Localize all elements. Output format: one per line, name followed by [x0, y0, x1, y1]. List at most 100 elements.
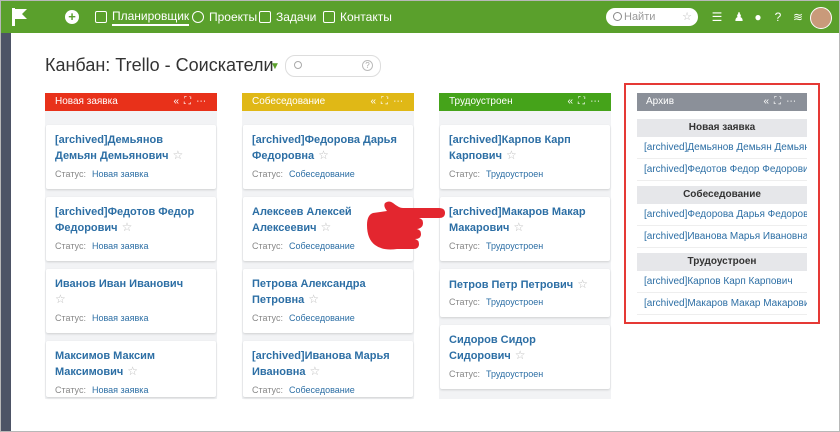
kanban-card[interactable]: [archived]Демьянов Демьян Демьянович ☆ Ст… [46, 125, 216, 189]
kanban-card[interactable]: Иванов Иван Иванович ☆ Статус: Новая заявк… [46, 269, 216, 333]
status-value-link[interactable]: Новая заявка [92, 385, 149, 395]
status-value-link[interactable]: Трудоустроен [486, 297, 543, 307]
kanban-card[interactable]: [archived]Макаров Макар Макарович ☆ Стату… [440, 197, 610, 261]
status-value-link[interactable]: Трудоустроен [486, 169, 543, 179]
favorite-star-icon[interactable]: ☆ [318, 148, 329, 162]
archive-group-title: Трудоустроен [637, 253, 807, 271]
help-question-icon[interactable]: ? [771, 10, 785, 24]
card-title-link[interactable]: Максимов Максим Максимович [55, 350, 155, 378]
nav-item-contacts[interactable]: Контакты [323, 1, 392, 33]
column-header-employed[interactable]: Трудоустроен «⛶⋯ [439, 93, 611, 111]
status-label: Статус: [449, 169, 480, 179]
column-title: Трудоустроен [449, 96, 513, 107]
search-icon [613, 12, 622, 21]
checkbox-icon [259, 11, 271, 23]
kanban-card[interactable]: Петров Петр Петрович ☆ Статус: Трудоустрое… [440, 269, 610, 317]
menu-hamburger-icon[interactable]: ☰ [710, 10, 724, 24]
column-header-interview[interactable]: Собеседование «⛶⋯ [242, 93, 414, 111]
favorite-star-icon[interactable]: ☆ [310, 364, 321, 378]
status-label: Статус: [449, 241, 480, 251]
nav-item-label: Контакты [340, 10, 392, 24]
status-value-link[interactable]: Собеседование [289, 241, 355, 251]
help-question-icon[interactable]: ? [362, 60, 373, 71]
card-title-link[interactable]: [archived]Иванова Марья Ивановна [252, 350, 390, 378]
favorite-star-icon[interactable]: ☆ [55, 292, 66, 306]
status-value-link[interactable]: Новая заявка [92, 241, 149, 251]
status-value-link[interactable]: Собеседование [289, 385, 355, 395]
kanban-card[interactable]: [archived]Федотов Федор Федорович ☆ Стату… [46, 197, 216, 261]
status-value-link[interactable]: Собеседование [289, 169, 355, 179]
favorite-star-icon[interactable]: ☆ [577, 277, 588, 291]
column-header-new-request[interactable]: Новая заявка «⛶⋯ [45, 93, 217, 111]
status-label: Статус: [449, 369, 480, 379]
status-value-link[interactable]: Новая заявка [92, 169, 149, 179]
database-icon [192, 11, 204, 23]
column-header-archive[interactable]: Архив «⛶⋯ [637, 93, 807, 111]
favorite-star-icon[interactable]: ☆ [127, 364, 138, 378]
archive-group-title: Новая заявка [637, 119, 807, 137]
board-search-input[interactable]: ? [285, 55, 381, 77]
column-body-new-request: [archived]Демьянов Демьян Демьянович ☆ Ст… [45, 111, 217, 399]
archive-group-interview: Собеседование [archived]Федорова Дарья Ф… [637, 186, 807, 248]
create-new-plus-icon[interactable]: + [65, 10, 79, 24]
archive-item-link[interactable]: [archived]Демьянов Демьян Демьянович [637, 137, 807, 159]
top-navigation-bar: + Планировщик Проекты Задачи Контакты На… [1, 1, 839, 33]
archive-group-new-request: Новая заявка [archived]Демьянов Демьян Д… [637, 119, 807, 181]
column-tools-icons[interactable]: «⛶⋯ [567, 93, 605, 111]
kanban-card[interactable]: [archived]Федорова Дарья Федоровна ☆ Стат… [243, 125, 413, 189]
archive-item-link[interactable]: [archived]Макаров Макар Макарович [637, 293, 807, 315]
info-icon[interactable]: ● [751, 10, 765, 24]
favorite-star-icon[interactable]: ☆ [682, 8, 692, 26]
global-search-input[interactable]: Найти ☆ [606, 8, 698, 26]
column-title: Архив [646, 96, 675, 107]
kanban-card[interactable]: Максимов Максим Максимович ☆ Статус: Новая… [46, 341, 216, 397]
column-tools-icons[interactable]: «⛶⋯ [370, 93, 408, 111]
contact-card-icon [323, 11, 335, 23]
status-label: Статус: [55, 385, 86, 395]
archive-item-link[interactable]: [archived]Карпов Карп Карпович [637, 271, 807, 293]
layers-icon[interactable]: ≋ [791, 10, 805, 24]
status-value-link[interactable]: Собеседование [289, 313, 355, 323]
column-body-interview: [archived]Федорова Дарья Федоровна ☆ Стат… [242, 111, 414, 399]
column-title: Новая заявка [55, 96, 118, 107]
archive-item-link[interactable]: [archived]Федорова Дарья Федоровна [637, 204, 807, 226]
archive-item-link[interactable]: [archived]Иванова Марья Ивановна [637, 226, 807, 248]
column-body-employed: [archived]Карпов Карп Карпович ☆ Статус: Т… [439, 111, 611, 399]
archive-item-link[interactable]: [archived]Федотов Федор Федорович [637, 159, 807, 181]
favorite-star-icon[interactable]: ☆ [515, 348, 526, 362]
card-title-link[interactable]: [archived]Демьянов Демьян Демьянович [55, 134, 169, 162]
nav-item-tasks[interactable]: Задачи [259, 1, 316, 33]
search-placeholder: Найти [624, 11, 656, 23]
favorite-star-icon[interactable]: ☆ [122, 220, 133, 234]
kanban-card[interactable]: [archived]Иванова Марья Ивановна ☆ Статус… [243, 341, 413, 397]
favorite-star-icon[interactable]: ☆ [308, 292, 319, 306]
kanban-card[interactable]: Петрова Александра Петровна ☆ Статус: Собе… [243, 269, 413, 333]
kanban-card[interactable]: Сидоров Сидор Сидорович ☆ Статус: Трудоуст… [440, 325, 610, 389]
user-avatar[interactable] [810, 7, 832, 29]
app-logo-flag-icon[interactable] [9, 6, 31, 28]
kanban-card[interactable]: [archived]Карпов Карп Карпович ☆ Статус: Т… [440, 125, 610, 189]
card-title-link[interactable]: Алексеев Алексей Алексеевич [252, 206, 352, 234]
nav-item-label: Проекты [209, 10, 258, 24]
column-tools-icons[interactable]: «⛶⋯ [763, 93, 801, 111]
status-value-link[interactable]: Новая заявка [92, 313, 149, 323]
status-value-link[interactable]: Трудоустроен [486, 369, 543, 379]
column-tools-icons[interactable]: «⛶⋯ [173, 93, 211, 111]
nav-item-projects[interactable]: Проекты [192, 1, 257, 33]
status-label: Статус: [252, 169, 283, 179]
nav-item-planner[interactable]: Планировщик [95, 1, 190, 33]
favorite-star-icon[interactable]: ☆ [173, 148, 184, 162]
status-value-link[interactable]: Трудоустроен [486, 241, 543, 251]
favorite-star-icon[interactable]: ☆ [506, 148, 517, 162]
left-sidebar-strip [1, 33, 11, 431]
card-title-link[interactable]: Петров Петр Петрович [449, 279, 573, 291]
app-window: + Планировщик Проекты Задачи Контакты На… [0, 0, 840, 432]
favorite-star-icon[interactable]: ☆ [321, 220, 332, 234]
status-label: Статус: [55, 241, 86, 251]
card-title-link[interactable]: Иванов Иван Иванович [55, 278, 183, 290]
person-run-icon[interactable]: ♟ [732, 10, 746, 24]
favorite-star-icon[interactable]: ☆ [513, 220, 524, 234]
title-dropdown-caret-icon[interactable]: ▼ [270, 61, 280, 72]
search-icon [294, 61, 302, 69]
status-label: Статус: [252, 385, 283, 395]
